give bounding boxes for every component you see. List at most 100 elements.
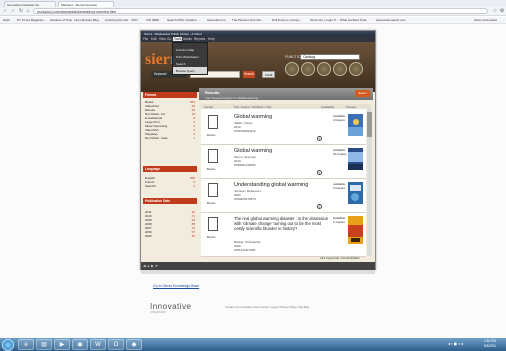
book-cover-thumbnail[interactable] [348, 216, 363, 244]
menu-edit[interactable]: Edit [151, 37, 157, 41]
star-icon[interactable]: ☆ [492, 8, 498, 14]
menu-tools[interactable]: Tools [173, 37, 183, 41]
book-cover-thumbnail[interactable] [348, 148, 363, 170]
facet-item[interactable]: Spanish 4 [145, 184, 195, 188]
result-row[interactable]: Books The real global warming disaster :… [201, 213, 366, 257]
bookmark-item[interactable]: Licensing the Net [105, 18, 128, 22]
home-icon[interactable]: ⌂ [25, 8, 31, 14]
result-availability: Available 10 Copies [333, 148, 347, 156]
menu-reports[interactable]: Reports [194, 37, 205, 41]
info-icon[interactable]: i [317, 204, 322, 209]
info-icon[interactable]: i [317, 136, 322, 141]
result-title[interactable]: Global warming [234, 114, 330, 120]
bookmark-item[interactable]: Work [3, 18, 10, 22]
bookmark-item[interactable]: Gardens of Time [50, 18, 72, 22]
record-icon[interactable] [285, 62, 299, 76]
back-icon[interactable]: ‹ [2, 8, 8, 14]
system-tray[interactable]: ◂ ▪ ◼ ◖ ▸ [448, 341, 464, 346]
start-button[interactable] [2, 339, 14, 351]
availability-copies: 4 Copies [333, 118, 345, 122]
bookmark-item[interactable]: The Pictures First Not... [232, 18, 264, 22]
book-cover-thumbnail[interactable] [348, 182, 363, 204]
facet-heading-format[interactable]: Format [143, 92, 197, 98]
availability-copies: 10 Copies [333, 152, 347, 156]
word-icon[interactable]: W [90, 339, 106, 350]
reload-icon[interactable]: ↻ [18, 8, 24, 14]
result-availability: Available 4 Copies [333, 114, 345, 122]
availability-copies: 1 Copies [333, 220, 345, 224]
bookmark-item[interactable]: Law Librarian Blog [74, 18, 99, 22]
result-availability: Available 3 Copies [333, 182, 345, 190]
menu-go[interactable]: Go [167, 37, 171, 41]
book-icon [208, 217, 218, 231]
book-icon [208, 149, 218, 163]
menu-file[interactable]: File [143, 37, 148, 41]
bookmark-item[interactable]: Search RSS: Includes... [167, 18, 199, 22]
pagination-controls[interactable]: ◀ ▲ ▶ ▼ [143, 264, 158, 268]
knowledge-base-link[interactable]: Go to Sierra Knowledge Base [153, 284, 199, 288]
bookmark-item[interactable]: Ibrsd.com | Login P... [310, 18, 338, 22]
format-label: Books [207, 201, 216, 205]
innovative-logo[interactable]: Innovative [150, 302, 191, 311]
footer-nav[interactable]: Contact Us | Innovative Users Group | Le… [225, 306, 309, 309]
bookmark-item-other[interactable]: Other bookmarks [474, 18, 497, 22]
bookmark-item[interactable]: www.about.co [207, 18, 226, 22]
app-icon[interactable]: ◆ [126, 339, 142, 350]
result-title[interactable]: Understanding global warming [234, 182, 330, 188]
menu-item-function-map[interactable]: Function Map [173, 46, 207, 53]
scope-dropdown[interactable]: Local [262, 71, 275, 78]
menu-view[interactable]: View [159, 37, 166, 41]
facet-count: 4 [193, 184, 195, 188]
menu-item-print-workstation[interactable]: Print Workstation [173, 53, 207, 60]
media-player-icon[interactable]: ▶ [54, 339, 70, 350]
results-scrollbar-thumb[interactable] [367, 112, 372, 137]
settings-icon[interactable] [349, 62, 363, 76]
facet-heading-label: Format [145, 93, 156, 97]
book-cover-thumbnail[interactable] [348, 114, 363, 136]
horizontal-scrollbar[interactable] [141, 270, 375, 274]
bookmark-item[interactable]: www.www.search.com [376, 18, 406, 22]
facet-item[interactable]: 2005 25 [145, 234, 195, 238]
chrome-icon[interactable]: ◉ [72, 339, 88, 350]
circulation-icon[interactable] [333, 62, 347, 76]
keyword-label: Keyword [154, 72, 167, 76]
clock-date: 5/5/2011 [483, 344, 497, 348]
facet-item[interactable]: Non Music, Cass 1 [145, 136, 195, 140]
bookmark-item[interactable]: NY Times Magazine... [17, 18, 46, 22]
bookmark-item[interactable]: Drill Down to a Popu... [272, 18, 302, 22]
result-row[interactable]: Books Global warming Simon, Seymour. 201… [201, 145, 366, 179]
results-query-text: Your Keyword Query is: Global warming [205, 96, 259, 100]
bookmark-item[interactable]: CNN [131, 18, 138, 22]
menu-item-browse-query[interactable]: Browse Query [173, 67, 207, 74]
ie-icon[interactable]: e [18, 339, 34, 350]
taskbar-clock[interactable]: 2:52 PM 5/5/2011 [476, 339, 504, 349]
menu-help[interactable]: Help [208, 37, 215, 41]
result-row[interactable]: Books Global warming Jakab, Cheryl. 2010… [201, 111, 366, 145]
result-title[interactable]: Global warming [234, 148, 330, 154]
facet-heading-publication-date[interactable]: Publication Date [143, 198, 197, 204]
search-button[interactable]: Search [243, 71, 255, 78]
select-button[interactable]: Select [355, 90, 370, 97]
result-row[interactable]: Books Understanding global warming Johns… [201, 179, 366, 213]
format-label: Books [207, 167, 216, 171]
availability-copies: 3 Copies [333, 186, 345, 190]
explorer-icon[interactable]: ▤ [36, 339, 52, 350]
address-bar[interactable]: products.iii.com/downloads/sierra/sierra… [33, 8, 488, 14]
facet-heading-label: Publication Date [145, 199, 170, 203]
bookmark-item[interactable]: What Certified Prod... [340, 18, 369, 22]
menu-item-search[interactable]: Search [173, 60, 207, 67]
patron-icon[interactable] [317, 62, 331, 76]
catalog-icon[interactable] [301, 62, 315, 76]
facet-heading-language[interactable]: Language [143, 166, 197, 172]
menu-admin[interactable]: Admin [183, 37, 192, 41]
info-icon[interactable]: i [317, 170, 322, 175]
forward-icon[interactable]: › [10, 8, 16, 14]
outlook-icon[interactable]: O [108, 339, 124, 350]
function-select[interactable]: Catalog [300, 54, 360, 60]
wrench-icon[interactable]: ⚙ [499, 8, 505, 14]
tools-dropdown-menu: Function Map Print Workstation Search Br… [172, 42, 208, 75]
result-availability: Available 1 Copies [333, 216, 345, 224]
bookmark-item[interactable]: CW WEB [146, 18, 159, 22]
facet-heading-label: Language [145, 167, 161, 171]
result-title[interactable]: The real global warming disaster : is th… [234, 216, 330, 231]
